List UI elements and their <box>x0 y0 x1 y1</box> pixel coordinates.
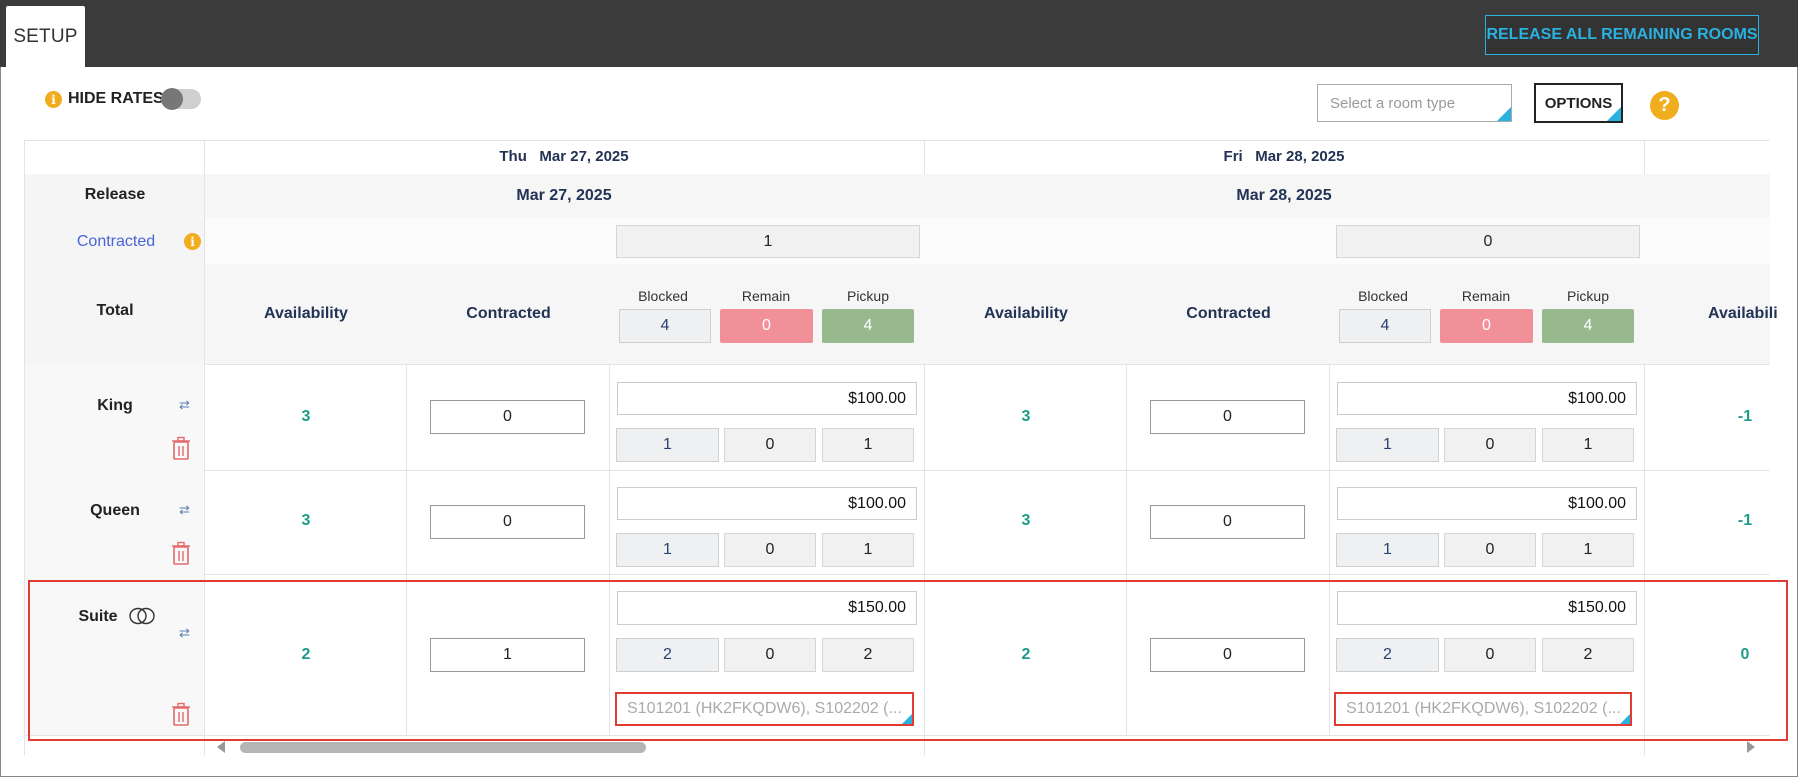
tab-setup[interactable]: SETUP <box>6 6 85 67</box>
rate-input[interactable]: $100.00 <box>617 487 917 520</box>
release-date-2: Mar 28, 2025 <box>1236 187 1332 204</box>
day-date: Mar 28, 2025 <box>1255 148 1345 165</box>
remain-value: 0 <box>724 428 816 462</box>
blocked-header: Blocked <box>638 288 688 304</box>
resize-corner-icon <box>1497 107 1511 121</box>
pickup-header: Pickup <box>1566 288 1610 304</box>
blocked-value[interactable]: 1 <box>1336 428 1439 462</box>
contracted-input[interactable]: 0 <box>430 400 585 434</box>
blocked-value[interactable]: 1 <box>616 428 719 462</box>
availability-header: Availabili <box>1708 305 1778 322</box>
room-name-queen: Queen <box>90 502 140 519</box>
release-label: Release <box>84 186 146 203</box>
total-pickup-1: 4 <box>822 309 914 343</box>
contracted-input[interactable]: 0 <box>1150 505 1305 539</box>
blocked-value[interactable]: 1 <box>1336 533 1439 567</box>
contracted-total-2: 0 <box>1336 225 1640 258</box>
toggle-knob[interactable] <box>161 88 183 110</box>
scroll-left-icon[interactable] <box>217 741 225 753</box>
contracted-row-label[interactable]: Contracted <box>56 233 176 251</box>
availability-value: 3 <box>301 408 311 425</box>
rate-input[interactable]: $100.00 <box>617 382 917 415</box>
contracted-input[interactable]: 0 <box>1150 400 1305 434</box>
remain-value: 0 <box>1444 533 1536 567</box>
rate-input[interactable]: $100.00 <box>1337 382 1637 415</box>
availability-value: 3 <box>301 512 311 529</box>
remain-value: 0 <box>1444 428 1536 462</box>
swap-icon[interactable]: ⇄ <box>179 397 190 413</box>
total-remain-2: 0 <box>1440 309 1533 343</box>
day-header-2: Fri Mar 28, 2025 <box>924 148 1644 165</box>
room-name-king: King <box>97 397 133 414</box>
availability-value: 3 <box>1021 408 1031 425</box>
rate-input[interactable]: $100.00 <box>1337 487 1637 520</box>
day-header-1: Thu Mar 27, 2025 <box>204 148 924 165</box>
pickup-value: 1 <box>1542 428 1634 462</box>
info-icon[interactable]: i <box>45 91 62 108</box>
pickup-value: 1 <box>822 533 914 567</box>
total-pickup-2: 4 <box>1542 309 1634 343</box>
contracted-header: Contracted <box>1186 305 1271 322</box>
availability-value: -1 <box>1737 512 1753 529</box>
suite-row-highlight <box>28 580 1788 741</box>
contracted-header: Contracted <box>466 305 551 322</box>
blocked-value[interactable]: 1 <box>616 533 719 567</box>
remain-header: Remain <box>741 288 791 304</box>
day-name: Fri <box>1223 148 1243 165</box>
availability-value: 3 <box>1021 512 1031 529</box>
remain-value: 0 <box>724 533 816 567</box>
options-label: OPTIONS <box>1544 94 1613 112</box>
total-blocked-1: 4 <box>619 309 711 343</box>
availability-header: Availability <box>984 305 1068 322</box>
room-type-select[interactable]: Select a room type <box>1317 84 1512 122</box>
trash-icon[interactable] <box>171 541 191 565</box>
hide-rates-label: HIDE RATES <box>68 90 164 107</box>
horizontal-scrollbar-thumb[interactable] <box>240 742 646 753</box>
day-date: Mar 27, 2025 <box>539 148 629 165</box>
remain-header: Remain <box>1461 288 1511 304</box>
scroll-right-icon[interactable] <box>1747 741 1755 753</box>
pickup-value: 1 <box>1542 533 1634 567</box>
total-label: Total <box>96 302 134 319</box>
day-name: Thu <box>499 148 527 165</box>
pickup-header: Pickup <box>846 288 890 304</box>
options-button[interactable]: OPTIONS <box>1534 83 1623 123</box>
total-blocked-2: 4 <box>1339 309 1431 343</box>
help-icon[interactable]: ? <box>1650 91 1679 120</box>
availability-header: Availability <box>264 305 348 322</box>
availability-value: -1 <box>1737 408 1753 425</box>
blocked-header: Blocked <box>1358 288 1408 304</box>
swap-icon[interactable]: ⇄ <box>179 502 190 518</box>
release-date-1: Mar 27, 2025 <box>516 187 612 204</box>
trash-icon[interactable] <box>171 436 191 460</box>
info-icon[interactable]: i <box>184 233 201 250</box>
pickup-value: 1 <box>822 428 914 462</box>
room-type-placeholder: Select a room type <box>1330 94 1456 112</box>
resize-corner-icon <box>1607 107 1621 121</box>
release-all-remaining-rooms-button[interactable]: RELEASE ALL REMAINING ROOMS <box>1485 15 1759 55</box>
contracted-total-1: 1 <box>616 225 920 258</box>
contracted-input[interactable]: 0 <box>430 505 585 539</box>
total-remain-1: 0 <box>720 309 813 343</box>
